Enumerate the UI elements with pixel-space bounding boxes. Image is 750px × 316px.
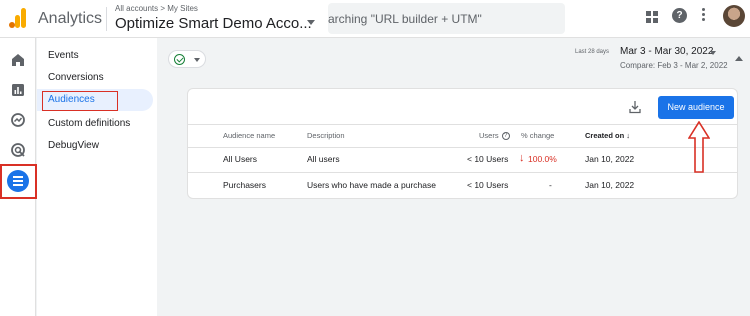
header-divider [106,7,107,31]
annotation-box-audiences [42,91,118,111]
chevron-down-icon [194,58,200,62]
arrow-down-icon: ↓ [519,152,525,164]
cell-audience-name[interactable]: Purchasers [223,180,266,190]
scroll-up-icon[interactable] [735,56,743,61]
data-status-chip[interactable] [168,50,206,68]
reports-icon[interactable] [10,82,26,98]
new-audience-button[interactable]: New audience [658,96,734,119]
download-icon[interactable] [628,100,642,114]
account-selector[interactable]: Optimize Smart Demo Acco... [115,15,312,32]
search-text: arching "URL builder + UTM" [328,12,482,26]
top-app-bar: Analytics All accounts > My Sites Optimi… [0,0,750,38]
table-divider [188,172,737,173]
date-range-picker[interactable]: Mar 3 - Mar 30, 2022 [620,46,713,57]
column-header-description[interactable]: Description [307,131,345,140]
check-circle-icon [174,54,185,65]
cell-description: Users who have made a purchase [307,180,436,190]
home-icon[interactable] [10,52,26,68]
cell-pct-change: - [549,180,552,190]
sort-arrow-icon: ↓ [626,131,631,140]
subnav-item-debugview[interactable]: DebugView [48,140,99,151]
audiences-table-card [187,88,738,199]
advertising-icon[interactable] [10,142,26,158]
table-divider [188,147,737,148]
cell-created-on: Jan 10, 2022 [585,180,635,190]
configure-subnav: Events Conversions Custom definitions De… [37,38,157,316]
table-divider [188,124,737,125]
breadcrumb[interactable]: All accounts > My Sites [115,4,198,13]
configure-icon[interactable] [7,170,29,192]
cell-users: < 10 Users [467,154,509,164]
search-input[interactable]: arching "URL builder + UTM" [328,3,565,34]
date-preset-label: Last 28 days [575,49,610,55]
cell-users: < 10 Users [467,180,509,190]
chevron-down-icon[interactable] [710,51,716,55]
column-header-created-label: Created on [585,131,625,140]
column-header-created-on[interactable]: Created on ↓ [585,131,630,140]
column-header-users[interactable]: Users ? [479,131,510,141]
explore-icon[interactable] [10,112,26,128]
cell-audience-name[interactable]: All Users [223,154,257,164]
more-vert-icon[interactable] [702,8,706,24]
help-icon[interactable]: ? [672,8,687,23]
analytics-logo-icon[interactable] [9,8,27,28]
apps-grid-icon[interactable] [646,11,658,23]
annotation-arrow-icon [688,121,710,173]
cell-pct-change: 100.0% [528,154,557,164]
avatar[interactable] [723,5,745,27]
column-header-name[interactable]: Audience name [223,131,275,140]
cell-created-on: Jan 10, 2022 [585,154,635,164]
info-icon[interactable]: ? [501,132,510,141]
subnav-item-custom-definitions[interactable]: Custom definitions [48,118,130,129]
compare-range: Compare: Feb 3 - Mar 2, 2022 [620,61,728,70]
subnav-item-conversions[interactable]: Conversions [48,72,104,83]
column-header-users-label: Users [479,131,499,140]
chevron-down-icon[interactable] [307,20,315,25]
cell-description: All users [307,154,340,164]
column-header-pct-change[interactable]: % change [521,131,554,140]
subnav-item-events[interactable]: Events [48,50,79,61]
app-title: Analytics [38,10,103,27]
